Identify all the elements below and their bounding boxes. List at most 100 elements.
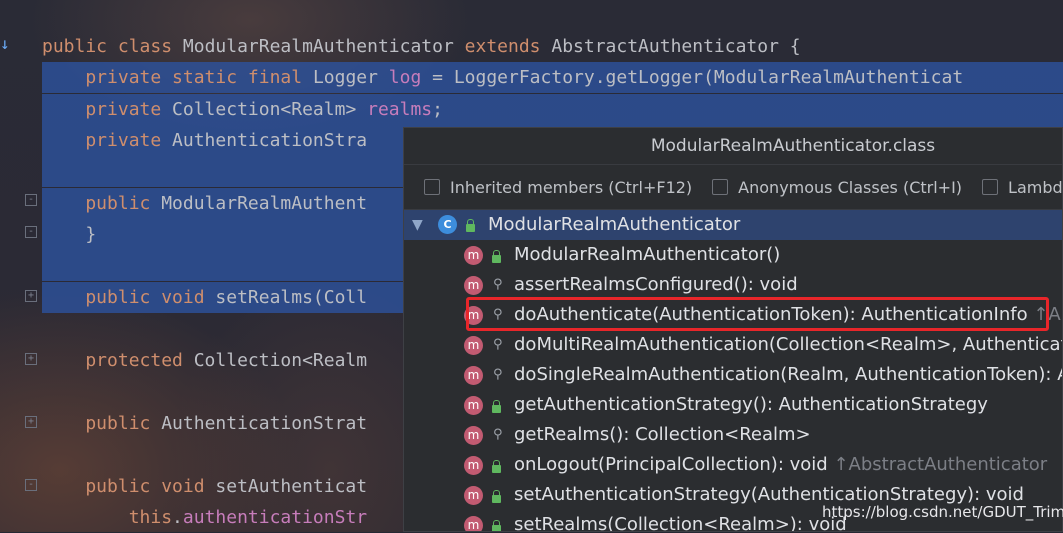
code-line[interactable]: public void setAuthenticat (42, 471, 367, 502)
code-token: public class (42, 36, 183, 57)
member-signature: doSingleRealmAuthentication(Realm, Authe… (514, 364, 1063, 385)
code-token: private (42, 99, 173, 120)
member-signature: getRealms(): Collection<Realm> (514, 424, 811, 445)
member-label: getRealms(): Collection<Realm> (514, 424, 811, 445)
checkbox-icon[interactable] (424, 179, 440, 195)
implementation-marker-icon[interactable]: ↓ (0, 34, 10, 53)
tree-member-item[interactable]: m ⚲ doSingleRealmAuthentication(Realm, Aut… (404, 360, 1063, 390)
fold-icon[interactable]: - (25, 479, 37, 491)
public-lock-icon (492, 250, 501, 263)
code-line[interactable]: private Collection<Realm> realms; (42, 94, 1063, 125)
protected-key-icon: ⚲ (493, 337, 503, 352)
member-label: ModularRealmAuthenticator() (514, 244, 781, 265)
tree-member-item[interactable]: m ModularRealmAuthenticator() (404, 240, 1062, 270)
member-label: doSingleRealmAuthentication(Realm, Authe… (514, 364, 1063, 385)
tree-root-class[interactable]: ▼ C ModularRealmAuthenticator (404, 210, 1062, 240)
code-line[interactable]: public AuthenticationStrat (42, 408, 367, 439)
member-signature: doMultiRealmAuthentication(Collection<Re… (514, 334, 1063, 355)
method-icon: m (464, 276, 483, 295)
fold-icon[interactable]: - (25, 194, 37, 206)
popup-title: ModularRealmAuthenticator.class (404, 128, 1062, 165)
fold-icon[interactable]: + (25, 416, 37, 428)
code-token: public (42, 413, 162, 434)
code-token: AuthenticationStra (172, 130, 368, 151)
member-label: setRealms(Collection<Realm>): void (514, 514, 847, 532)
filter-inherited-members[interactable]: Inherited members (Ctrl+F12) (424, 178, 692, 197)
public-lock-icon (492, 490, 501, 503)
code-token: . (172, 507, 183, 528)
code-token: Logger (312, 67, 389, 88)
code-token: protected (42, 350, 194, 371)
fold-icon[interactable]: + (25, 353, 37, 365)
tree-root-label: ModularRealmAuthenticator (488, 214, 741, 235)
code-token: authenticationStr (182, 507, 368, 528)
code-token: log (388, 67, 422, 88)
member-signature: setAuthenticationStrategy(Authentication… (514, 484, 1024, 505)
tree-member-item[interactable]: m ⚲ assertRealmsConfigured(): void (404, 270, 1062, 300)
checkbox-icon[interactable] (982, 179, 999, 195)
member-label: setAuthenticationStrategy(Authentication… (514, 484, 1024, 505)
editor-gutter: ↓ - - + + + - (0, 0, 42, 532)
inherited-from-label: ↑AbstractAuthenticator (833, 454, 1048, 475)
red-highlight-annotation (466, 297, 1049, 331)
code-token: private static final (42, 67, 313, 88)
tree-member-item[interactable]: m ⚲ getRealms(): Collection<Realm> (404, 420, 1062, 450)
method-icon: m (464, 456, 483, 475)
method-icon: m (464, 516, 483, 531)
filter-anonymous-classes[interactable]: Anonymous Classes (Ctrl+I) (712, 178, 962, 197)
public-lock-icon (492, 460, 501, 473)
member-signature: getAuthenticationStrategy(): Authenticat… (514, 394, 988, 415)
tree-member-item[interactable]: m ⚲ doMultiRealmAuthentication(Collection<… (404, 330, 1063, 360)
filter-label: Anonymous Classes (Ctrl+I) (738, 177, 963, 197)
tree-member-item[interactable]: m onLogout(PrincipalCollection): void ↑Ab… (404, 450, 1062, 480)
public-lock-icon (492, 520, 501, 531)
method-icon: m (464, 396, 483, 415)
member-signature: setRealms(Collection<Realm>): void (514, 514, 847, 532)
filter-label: Inherited members (Ctrl+F12) (450, 177, 693, 197)
code-token: Collection<Realm (193, 350, 368, 371)
fold-icon[interactable]: + (25, 290, 37, 302)
checkbox-icon[interactable] (712, 179, 729, 195)
fold-icon[interactable]: - (25, 226, 37, 238)
code-token: ModularRealmAuthenticator (182, 36, 465, 57)
code-token: public void (42, 287, 216, 308)
member-label: getAuthenticationStrategy(): Authenticat… (514, 394, 988, 415)
member-signature: onLogout(PrincipalCollection): void ↑Abs… (514, 454, 1047, 475)
code-line[interactable]: private static final Logger log = Logger… (42, 62, 1063, 93)
public-lock-icon (466, 219, 475, 232)
code-token: Collection<Realm> (172, 99, 368, 120)
tree-member-item[interactable]: m getAuthenticationStrategy(): Authentica… (404, 390, 1062, 420)
filter-label: Lambda (1008, 177, 1063, 197)
protected-key-icon: ⚲ (493, 277, 503, 292)
code-token: public (42, 193, 162, 214)
method-icon: m (464, 366, 483, 385)
code-token: AuthenticationStrat (161, 413, 368, 434)
code-line[interactable]: this.authenticationStr (42, 502, 367, 533)
code-token: extends (464, 36, 552, 57)
code-token: AbstractAuthenticator { (551, 36, 801, 57)
code-token: realms (367, 99, 433, 120)
code-line[interactable]: public class ModularRealmAuthenticator e… (42, 31, 801, 62)
code-token: setAuthenticat (215, 476, 368, 497)
method-icon: m (464, 426, 483, 445)
class-icon: C (438, 215, 457, 234)
public-lock-icon (492, 400, 501, 413)
filter-lambda[interactable]: Lambda (982, 177, 1063, 197)
protected-key-icon: ⚲ (493, 367, 503, 382)
code-token: } (42, 224, 97, 245)
member-label: onLogout(PrincipalCollection): void (514, 454, 834, 475)
filter-bar: Inherited members (Ctrl+F12) Anonymous C… (404, 165, 1062, 210)
code-token: private (42, 130, 173, 151)
method-icon: m (464, 336, 483, 355)
code-token: setRealms(Coll (215, 287, 368, 308)
member-signature: assertRealmsConfigured(): void (514, 274, 798, 295)
protected-key-icon: ⚲ (493, 427, 503, 442)
member-signature: ModularRealmAuthenticator() (514, 244, 780, 265)
expand-triangle-icon[interactable]: ▼ (412, 217, 423, 233)
code-line[interactable]: protected Collection<Realm (42, 345, 367, 376)
member-label: doMultiRealmAuthentication(Collection<Re… (514, 334, 1063, 355)
code-token: ModularRealmAuthent (161, 193, 368, 214)
code-token: public void (42, 476, 216, 497)
method-icon: m (464, 486, 483, 505)
member-label: assertRealmsConfigured(): void (514, 274, 798, 295)
